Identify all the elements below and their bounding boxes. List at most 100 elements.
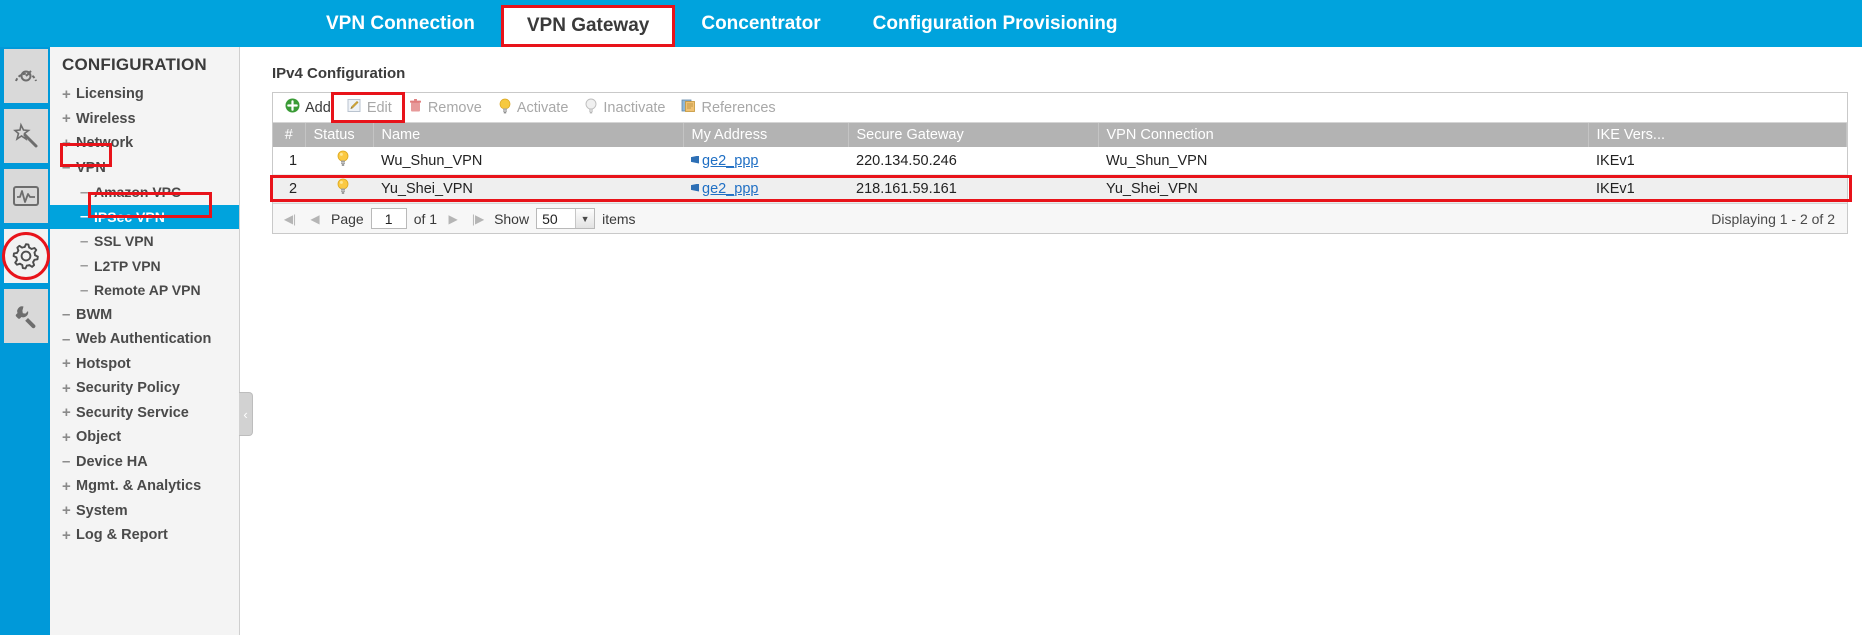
sidebar-collapse-handle[interactable]: ‹ <box>239 392 253 436</box>
dashboard-icon <box>12 62 40 90</box>
expand-toggle-icon[interactable]: + <box>62 478 76 495</box>
collapse-toggle-icon[interactable]: – <box>62 159 76 176</box>
edit-button[interactable]: Edit <box>339 96 400 119</box>
collapse-toggle-icon[interactable]: – <box>80 208 94 225</box>
next-page-button[interactable]: ▶ <box>444 210 462 228</box>
sidebar-item-l2tp-vpn[interactable]: – L2TP VPN <box>50 254 239 279</box>
cell-num: 1 <box>273 147 305 175</box>
collapse-toggle-icon[interactable]: – <box>80 282 94 299</box>
sidebar-item-label: Amazon VPC <box>94 184 182 201</box>
sidebar-item-remote-ap-vpn[interactable]: – Remote AP VPN <box>50 278 239 303</box>
sidebar-item-label: L2TP VPN <box>94 257 161 274</box>
last-page-button[interactable]: |▶ <box>469 210 487 228</box>
prev-page-button[interactable]: ◀ <box>306 210 324 228</box>
expand-toggle-icon[interactable]: + <box>62 355 76 372</box>
sidebar-nav: CONFIGURATION + Licensing + Wireless + N… <box>50 47 240 635</box>
column-header-vpn-connection[interactable]: VPN Connection <box>1098 123 1589 147</box>
sidebar-item-wireless[interactable]: + Wireless <box>50 107 239 132</box>
expand-toggle-icon[interactable]: + <box>62 429 76 446</box>
table-row[interactable]: 1 Wu_Shun_VPN ge2_ppp 220.134.50.246 Wu_… <box>273 147 1847 175</box>
page-label: Page <box>331 210 364 227</box>
add-button[interactable]: Add <box>277 96 339 119</box>
monitor-pulse-icon <box>12 184 40 208</box>
sidebar-item-mgmt-analytics[interactable]: + Mgmt. & Analytics <box>50 474 239 499</box>
collapse-toggle-icon[interactable]: – <box>62 331 76 348</box>
bulb-off-icon <box>584 98 598 118</box>
inactivate-button[interactable]: Inactivate <box>576 96 673 120</box>
sidebar-item-label: IPSec VPN <box>94 208 165 225</box>
ipv4-configuration-grid: Add Edit Remove Activate Inactivate Refe… <box>272 92 1848 234</box>
references-button[interactable]: References <box>673 96 783 119</box>
column-header-secure-gateway[interactable]: Secure Gateway <box>848 123 1099 147</box>
tab-concentrator[interactable]: Concentrator <box>675 0 846 47</box>
cell-secure-gateway: 220.134.50.246 <box>848 147 1098 175</box>
sidebar-item-security-policy[interactable]: + Security Policy <box>50 376 239 401</box>
vpn-gateway-table: # Status Name My Address Secure Gateway … <box>273 123 1847 203</box>
rail-item-configuration[interactable] <box>4 229 48 283</box>
my-address-link[interactable]: ge2_ppp <box>702 153 758 169</box>
collapse-toggle-icon[interactable]: – <box>62 306 76 323</box>
column-header-ike-version[interactable]: IKE Vers... <box>1588 123 1847 147</box>
my-address-link[interactable]: ge2_ppp <box>702 181 758 197</box>
first-page-button[interactable]: ◀| <box>281 210 299 228</box>
cell-name: Yu_Shei_VPN <box>373 174 683 203</box>
rail-item-dashboard[interactable] <box>4 49 48 103</box>
toolbar-label: Inactivate <box>603 99 666 116</box>
page-size-select[interactable]: 50 ▼ <box>536 208 596 229</box>
expand-toggle-icon[interactable]: + <box>62 86 76 103</box>
sidebar-title: CONFIGURATION <box>62 55 207 74</box>
table-row[interactable]: 2 Yu_Shei_VPN ge2_ppp 218.161.59.161 Yu_… <box>273 174 1847 203</box>
remove-button[interactable]: Remove <box>400 96 490 119</box>
sidebar-item-ipsec-vpn[interactable]: – IPSec VPN <box>50 204 239 229</box>
collapse-toggle-icon[interactable]: – <box>80 184 94 201</box>
rail-item-monitor[interactable] <box>4 169 48 223</box>
collapse-toggle-icon[interactable]: – <box>80 257 94 274</box>
tab-vpn-connection[interactable]: VPN Connection <box>300 0 501 47</box>
sidebar-item-object[interactable]: + Object <box>50 425 239 450</box>
sidebar-item-ssl-vpn[interactable]: – SSL VPN <box>50 229 239 254</box>
sidebar-item-label: Security Service <box>76 404 189 421</box>
sidebar-item-hotspot[interactable]: + Hotspot <box>50 352 239 377</box>
toolbar-label: Activate <box>516 99 569 116</box>
table-header-row: # Status Name My Address Secure Gateway … <box>273 123 1847 147</box>
expand-toggle-icon[interactable]: + <box>62 404 76 421</box>
collapse-toggle-icon[interactable]: – <box>80 233 94 250</box>
show-label: Show <box>494 210 530 227</box>
sidebar-item-web-authentication[interactable]: – Web Authentication <box>50 327 239 352</box>
expand-toggle-icon[interactable]: + <box>62 135 76 152</box>
column-header-status[interactable]: Status <box>305 123 374 147</box>
cell-vpn-connection: Yu_Shei_VPN <box>1098 174 1588 203</box>
cell-my-address[interactable]: ge2_ppp <box>683 147 848 175</box>
expand-toggle-icon[interactable]: + <box>62 527 76 544</box>
sidebar-item-vpn[interactable]: – VPN <box>50 156 239 181</box>
column-header-num[interactable]: # <box>273 123 306 147</box>
tab-vpn-gateway[interactable]: VPN Gateway <box>500 5 676 47</box>
collapse-toggle-icon[interactable]: – <box>62 453 76 470</box>
expand-toggle-icon[interactable]: + <box>62 502 76 519</box>
chevron-down-icon[interactable]: ▼ <box>575 209 595 228</box>
page-of-label: of 1 <box>413 210 438 227</box>
sidebar-item-licensing[interactable]: + Licensing <box>50 82 239 107</box>
column-header-my-address[interactable]: My Address <box>683 123 849 147</box>
cell-num: 2 <box>273 174 305 203</box>
rail-item-easy-mode[interactable] <box>4 109 48 163</box>
page-number-input[interactable] <box>370 208 407 229</box>
cell-my-address[interactable]: ge2_ppp <box>683 174 848 203</box>
tab-configuration-provisioning[interactable]: Configuration Provisioning <box>847 0 1144 47</box>
sidebar-item-network[interactable]: + Network <box>50 131 239 156</box>
column-header-name[interactable]: Name <box>373 123 684 147</box>
activate-button[interactable]: Activate <box>490 96 577 120</box>
sidebar-item-system[interactable]: + System <box>50 499 239 524</box>
tab-list: VPN Connection VPN Gateway Concentrator … <box>300 0 1144 47</box>
sidebar-item-log-report[interactable]: + Log & Report <box>50 523 239 548</box>
gear-configuration-icon <box>10 240 42 272</box>
sidebar-item-amazon-vpc[interactable]: – Amazon VPC <box>50 180 239 205</box>
rail-item-maintenance[interactable] <box>4 289 48 343</box>
expand-toggle-icon[interactable]: + <box>62 380 76 397</box>
sidebar-item-device-ha[interactable]: – Device HA <box>50 450 239 475</box>
toolbar-label: References <box>701 99 776 116</box>
expand-toggle-icon[interactable]: + <box>62 110 76 127</box>
cell-secure-gateway: 218.161.59.161 <box>848 174 1098 203</box>
sidebar-item-bwm[interactable]: – BWM <box>50 303 239 328</box>
sidebar-item-security-service[interactable]: + Security Service <box>50 401 239 426</box>
